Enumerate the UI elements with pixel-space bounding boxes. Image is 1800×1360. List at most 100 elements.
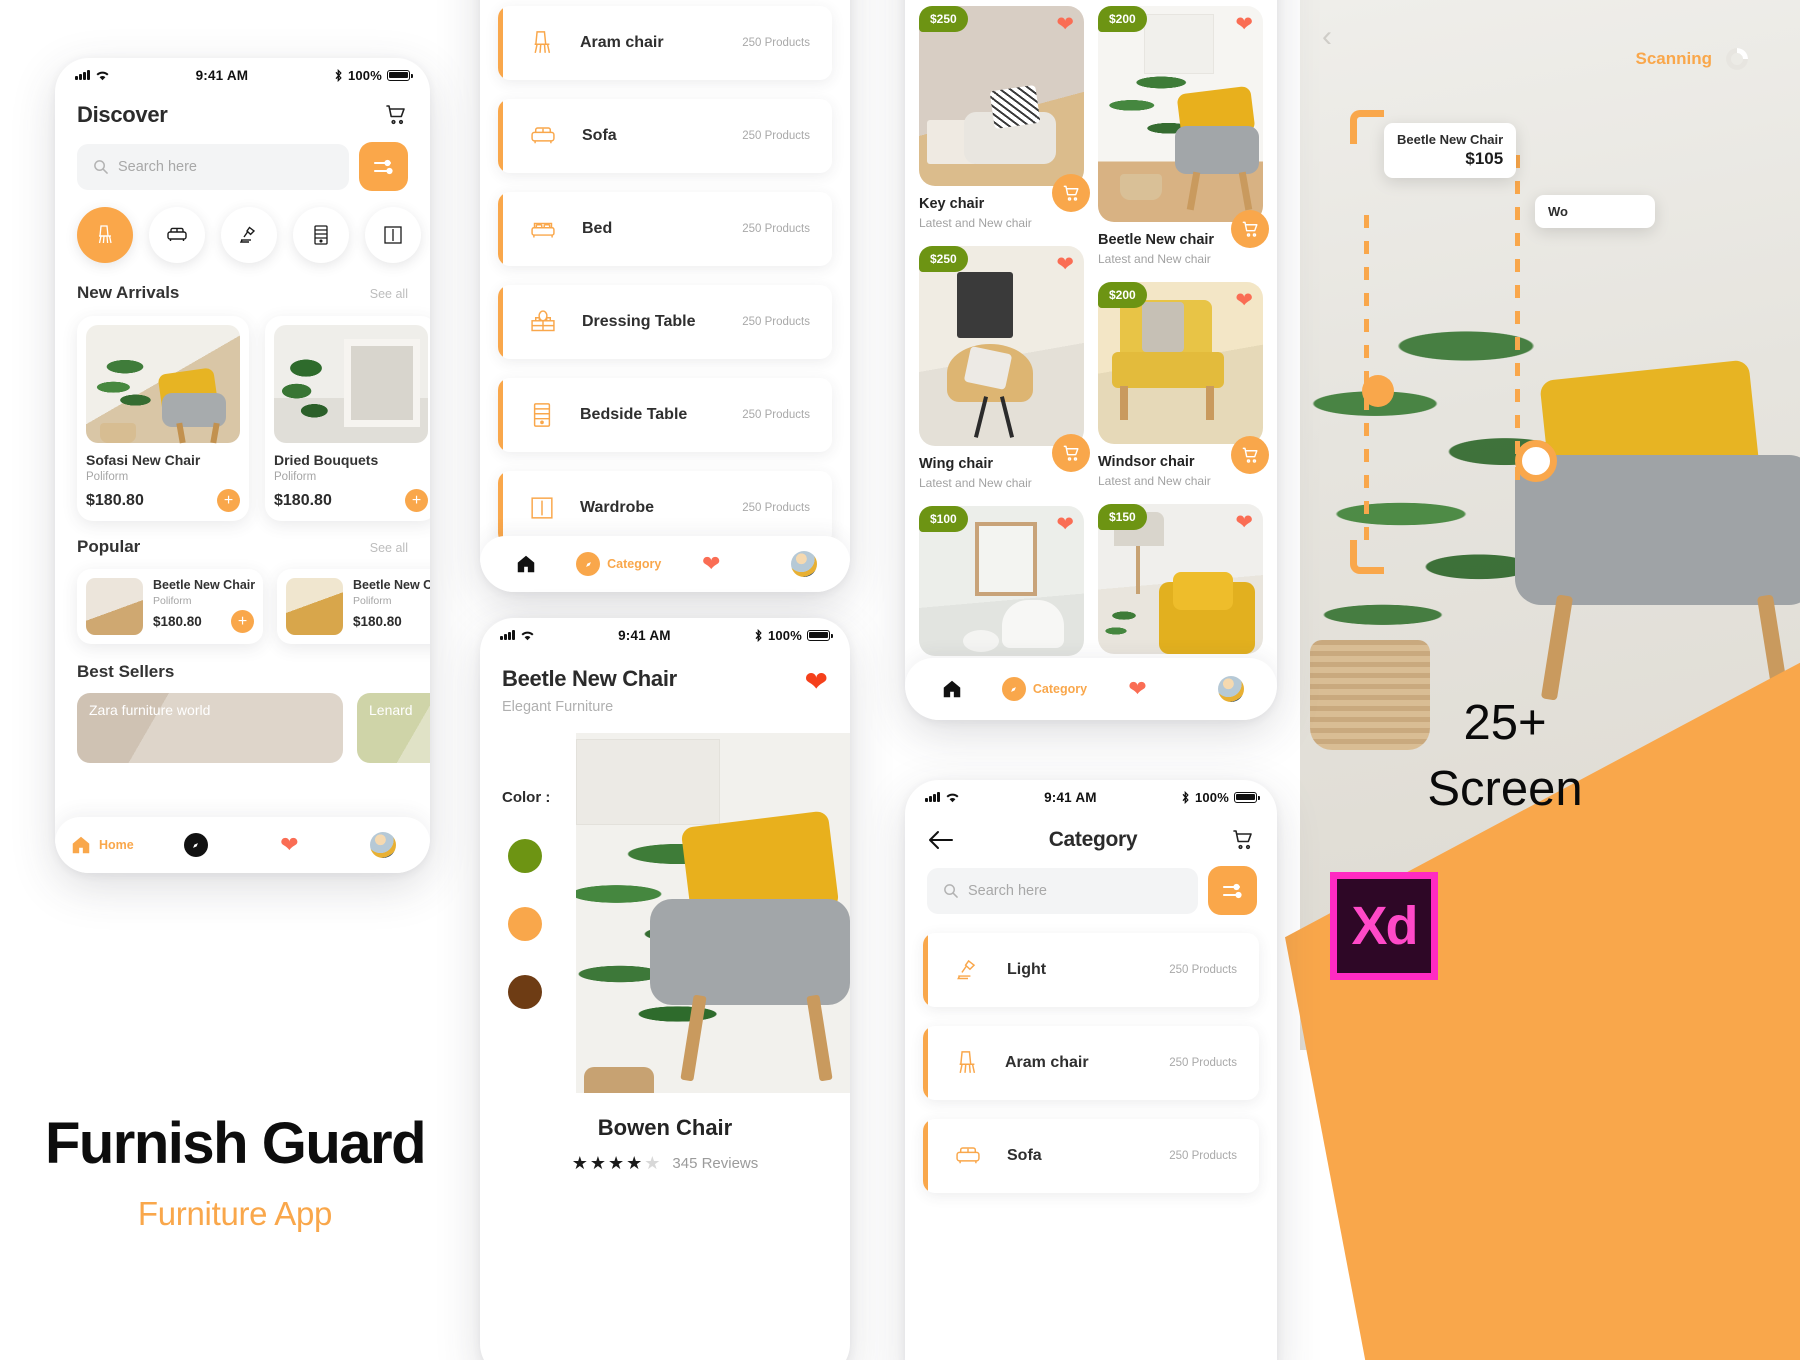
- category-row[interactable]: Sofa 250 Products: [923, 1119, 1259, 1193]
- grid-product-card[interactable]: $200 ❤ Beetle New chair Latest and New c…: [1098, 6, 1269, 266]
- category-row[interactable]: Aram chair 250 Products: [498, 6, 832, 80]
- category-row[interactable]: Bedside Table 250 Products: [498, 378, 832, 452]
- chair-icon: [959, 1051, 976, 1074]
- product-image: [1098, 6, 1263, 222]
- adobe-xd-logo: Xd: [1330, 872, 1438, 980]
- add-to-cart-button[interactable]: [1052, 434, 1090, 472]
- category-row[interactable]: Aram chair 250 Products: [923, 1026, 1259, 1100]
- add-to-cart-button[interactable]: +: [405, 489, 428, 512]
- category-name: Aram chair: [580, 34, 664, 51]
- category-row[interactable]: Dressing Table 250 Products: [498, 285, 832, 359]
- add-to-cart-button[interactable]: +: [231, 610, 254, 633]
- heart-icon[interactable]: ❤: [1235, 14, 1253, 35]
- category-circle-sofa[interactable]: [149, 207, 205, 263]
- add-to-cart-button[interactable]: [1231, 436, 1269, 474]
- add-to-cart-button[interactable]: +: [217, 489, 240, 512]
- home-icon: [518, 555, 535, 573]
- nav-item-category[interactable]: Category: [998, 677, 1091, 701]
- nav-item-profile[interactable]: [1184, 676, 1277, 702]
- heart-icon[interactable]: ❤: [1235, 290, 1253, 311]
- heart-icon[interactable]: ❤: [1056, 254, 1074, 275]
- cart-icon[interactable]: [1231, 828, 1255, 852]
- poster-canvas: ‹ Scanning Beetle New Chair $105 Wo 25+ …: [0, 0, 1800, 1360]
- rating-stars: ★★★★★: [571, 1153, 663, 1173]
- ar-product-tag-2[interactable]: Wo: [1535, 195, 1655, 228]
- nav-item-home[interactable]: [905, 678, 998, 700]
- search-input[interactable]: Search here: [927, 867, 1198, 914]
- category-row[interactable]: Light 250 Products: [923, 933, 1259, 1007]
- product-brand: Poliform: [274, 471, 317, 483]
- ar-product-tag-1[interactable]: Beetle New Chair $105: [1384, 123, 1517, 178]
- signal-wifi-group: [500, 630, 535, 641]
- search-input[interactable]: Search here: [77, 143, 349, 190]
- grid-product-card[interactable]: $250 ❤ Key chair Latest and New chair: [919, 6, 1090, 230]
- heart-icon: ❤: [702, 551, 721, 576]
- category-circle-chair[interactable]: [77, 207, 133, 263]
- back-arrow-icon[interactable]: [927, 829, 955, 851]
- nav-item-home[interactable]: Home: [55, 834, 149, 856]
- ar-anchor-dot-small[interactable]: [1362, 375, 1394, 407]
- nav-item-favorites[interactable]: ❤: [1091, 678, 1184, 700]
- product-card[interactable]: Dried Bouquets Poliform $180.80 +: [265, 316, 430, 521]
- heart-icon[interactable]: ❤: [1056, 514, 1074, 535]
- heart-icon[interactable]: ❤: [1235, 512, 1253, 533]
- category-name: Bed: [582, 220, 613, 237]
- category-name: Light: [1007, 961, 1047, 978]
- nav-item-profile[interactable]: [336, 832, 430, 858]
- grid-product-card[interactable]: $250 ❤ Wing chair Latest and New chair: [919, 246, 1090, 490]
- ar-back-chevron-icon[interactable]: ‹: [1322, 20, 1332, 54]
- color-swatch-green[interactable]: [508, 839, 542, 873]
- nav-item-home[interactable]: [480, 553, 573, 575]
- chair-icon: [534, 31, 551, 54]
- product-price-row: $180.80 +: [274, 489, 428, 512]
- cart-icon: [1242, 447, 1258, 463]
- popular-card[interactable]: Beetle New Chair Poliform $180.80 +: [77, 569, 263, 644]
- add-to-cart-button[interactable]: [1052, 174, 1090, 212]
- add-to-cart-button[interactable]: [1231, 210, 1269, 248]
- category-circle-shelf[interactable]: [293, 207, 349, 263]
- color-swatch-orange[interactable]: [508, 907, 542, 941]
- status-time: 9:41 AM: [618, 627, 671, 643]
- nav-item-favorites[interactable]: ❤: [665, 553, 758, 575]
- grid-product-card[interactable]: $150 ❤: [1098, 504, 1263, 654]
- sofa-icon: [956, 1147, 980, 1164]
- cart-icon: [1063, 185, 1079, 201]
- signal-wifi-group: [75, 70, 110, 81]
- new-arrivals-see-all[interactable]: See all: [370, 287, 408, 301]
- nav-item-favorites[interactable]: ❤: [243, 834, 337, 856]
- nav-item-category[interactable]: Category: [573, 552, 666, 576]
- ar-anchor-dot-large[interactable]: [1515, 440, 1557, 482]
- category-name: Bedside Table: [580, 406, 688, 423]
- grid-product-card[interactable]: $200 ❤ Windsor chair Latest and New chai…: [1098, 282, 1269, 488]
- nav-item-category[interactable]: [149, 833, 243, 857]
- category-row[interactable]: Bed 250 Products: [498, 192, 832, 266]
- lamp-icon: [239, 226, 256, 243]
- screen-count-line2: Screen: [1427, 762, 1583, 817]
- nav-item-profile[interactable]: [758, 551, 851, 577]
- bottom-nav: Home ❤: [55, 817, 430, 873]
- category-rows: Light 250 Products Aram chair 250 Produc…: [905, 915, 1277, 1193]
- popular-see-all[interactable]: See all: [370, 541, 408, 555]
- filter-button[interactable]: [359, 142, 408, 191]
- cart-icon[interactable]: [384, 103, 408, 127]
- favorite-heart-icon[interactable]: ❤: [805, 668, 828, 696]
- ar-tag-name-2: Wo: [1548, 204, 1568, 219]
- product-card[interactable]: Sofasi New Chair Poliform $180.80 +: [77, 316, 249, 521]
- category-circle-wardrobe[interactable]: [365, 207, 421, 263]
- grid-product-card[interactable]: $100 ❤: [919, 506, 1084, 656]
- popular-card[interactable]: Beetle New Chair Poliform $180.80 +: [277, 569, 430, 644]
- filter-button[interactable]: [1208, 866, 1257, 915]
- filter-icon: [1222, 883, 1242, 898]
- category-circle-lamp[interactable]: [221, 207, 277, 263]
- wardrobe-icon: [531, 497, 553, 519]
- best-seller-card[interactable]: Lenard: [357, 693, 430, 763]
- category-row[interactable]: Sofa 250 Products: [498, 99, 832, 173]
- reviews-count: 345 Reviews: [672, 1155, 759, 1172]
- battery-percent: 100%: [1194, 789, 1229, 805]
- color-swatch-brown[interactable]: [508, 975, 542, 1009]
- signal-bars-icon: [500, 630, 515, 640]
- best-seller-card[interactable]: Zara furniture world: [77, 693, 343, 763]
- avatar: [1217, 676, 1244, 702]
- category-row[interactable]: Wardrobe 250 Products: [498, 471, 832, 545]
- heart-icon[interactable]: ❤: [1056, 14, 1074, 35]
